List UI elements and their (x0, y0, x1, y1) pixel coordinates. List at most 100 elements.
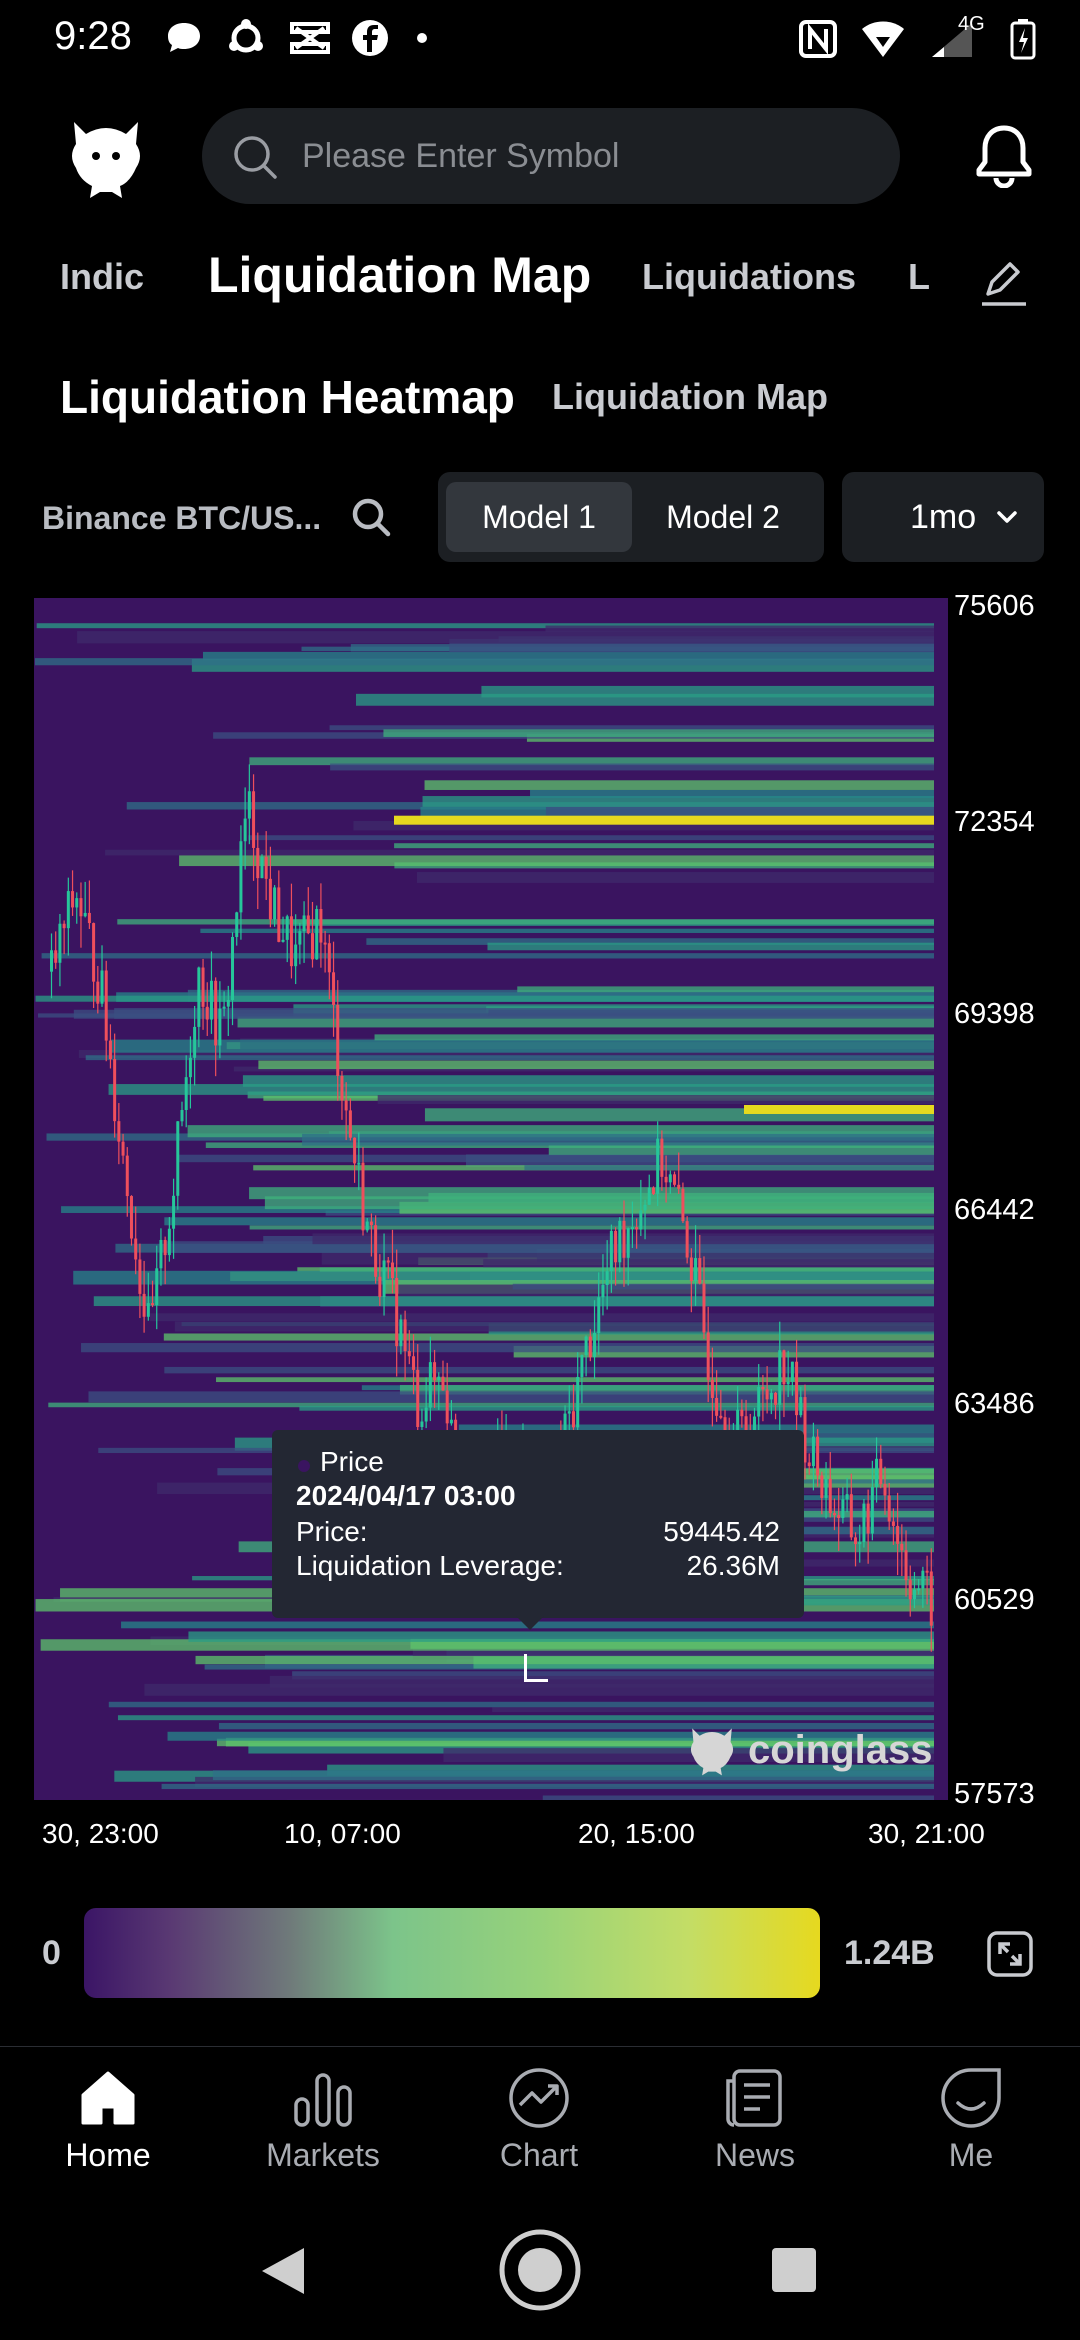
candle-body (188, 1057, 192, 1078)
liquidation-band (117, 1715, 935, 1721)
candle-body (205, 1006, 209, 1020)
candle-body (866, 1503, 870, 1534)
tooltip-pointer (516, 1616, 544, 1630)
candle-body (260, 856, 264, 879)
candle-body (281, 939, 285, 942)
liquidation-heatmap[interactable] (34, 598, 948, 1800)
symbol-search[interactable] (202, 108, 900, 204)
subtab-liquidation-heatmap[interactable]: Liquidation Heatmap (60, 370, 515, 424)
candle-body (340, 1075, 344, 1101)
candle-body (786, 1381, 790, 1385)
candle-body (883, 1484, 887, 1496)
candle-body (201, 967, 205, 1007)
candle-body (353, 1137, 357, 1164)
coinglass-logo-icon[interactable] (64, 112, 148, 202)
candle-body (327, 943, 331, 973)
tooltip-price-label: Price: (296, 1516, 368, 1547)
x-tick-label: 30, 23:00 (42, 1818, 159, 1849)
facebook-icon (350, 18, 390, 58)
liquidation-band (41, 953, 934, 959)
heatmap-canvas (34, 623, 935, 1800)
nav-me[interactable]: Me (891, 2065, 1051, 2195)
nav-home[interactable]: Home (28, 2065, 188, 2195)
system-icons: 4G (798, 13, 1036, 65)
fullscreen-icon[interactable] (986, 1930, 1034, 1978)
y-tick-label: 69398 (954, 998, 1035, 1030)
candle-body (921, 1570, 925, 1589)
edit-icon[interactable] (978, 258, 1028, 308)
tab-liquidation-map[interactable]: Liquidation Map (208, 246, 591, 304)
liquidation-band (108, 1701, 934, 1708)
candle-body (917, 1588, 921, 1591)
candle-body (597, 1297, 601, 1334)
search-input[interactable] (302, 108, 862, 204)
liquidation-band (394, 843, 934, 849)
candle-body (226, 1000, 230, 1007)
candle-body (862, 1503, 866, 1543)
model-2-button[interactable]: Model 2 (630, 482, 816, 552)
candle-body (605, 1271, 609, 1286)
nav-chart[interactable]: Chart (459, 2065, 619, 2195)
candle-body (83, 912, 87, 917)
candle-body (710, 1379, 714, 1398)
candle-body (593, 1333, 597, 1358)
candle-body (702, 1283, 706, 1333)
pair-selector[interactable]: Binance BTC/US... (42, 500, 321, 537)
candle-body (285, 916, 289, 940)
chart-icon (509, 2068, 569, 2128)
candle-body (193, 1026, 197, 1058)
model-1-button[interactable]: Model 1 (446, 482, 632, 552)
sync-icon (226, 18, 266, 58)
nav-me-label: Me (948, 2137, 994, 2173)
liquidation-band (150, 1313, 934, 1322)
candle-body (96, 981, 100, 1004)
tooltip-series-marker (298, 1460, 310, 1472)
candle-body (706, 1332, 710, 1380)
candle-body (929, 1571, 933, 1626)
tab-liquidations[interactable]: Liquidations (642, 256, 856, 298)
candle-body (163, 1239, 167, 1256)
tab-indicators[interactable]: Indic (60, 256, 144, 298)
nav-news[interactable]: News (675, 2065, 835, 2195)
liquidation-band (483, 1259, 934, 1268)
x-tick-label: 20, 15:00 (578, 1818, 695, 1849)
notification-bell-icon[interactable] (976, 124, 1032, 189)
liquidation-band (174, 1321, 934, 1332)
candle-body (117, 1121, 121, 1142)
me-icon (941, 2068, 1001, 2128)
candle-body (138, 1259, 142, 1294)
candle-body (66, 891, 70, 929)
candle-body (289, 916, 293, 967)
back-icon[interactable] (258, 2244, 308, 2298)
liquidation-band (302, 1133, 934, 1146)
nav-news-label: News (714, 2137, 795, 2173)
nav-markets[interactable]: Markets (243, 2065, 403, 2195)
pair-search-icon[interactable] (350, 496, 392, 538)
liquidation-band (299, 1405, 934, 1411)
search-icon (234, 136, 277, 179)
candle-body (151, 1303, 155, 1306)
candle-body (71, 891, 75, 908)
candle-body (601, 1285, 605, 1298)
liquidation-band (93, 1296, 934, 1307)
recents-icon[interactable] (770, 2246, 818, 2294)
x-tick-label: 10, 07:00 (284, 1818, 401, 1849)
candle-body (584, 1336, 588, 1356)
liquidation-band (530, 789, 934, 798)
liquidation-band (488, 1009, 934, 1016)
candle-body (395, 1278, 399, 1347)
liquidation-band (330, 763, 934, 771)
candle-body (294, 944, 298, 967)
coinglass-watermark-icon (690, 1728, 734, 1776)
candle-body (412, 1356, 416, 1370)
period-select[interactable]: 1mo (842, 472, 1044, 562)
candle-body (816, 1436, 820, 1476)
high-liquidation-band (394, 815, 934, 825)
subtab-liquidation-map[interactable]: Liquidation Map (552, 376, 828, 418)
battery-charging-icon (1010, 18, 1036, 65)
tab-more[interactable]: L (908, 256, 930, 298)
candle-body (643, 1204, 647, 1211)
candle-body (879, 1458, 883, 1485)
home-button-icon[interactable] (498, 2228, 582, 2312)
candle-body (761, 1386, 765, 1390)
